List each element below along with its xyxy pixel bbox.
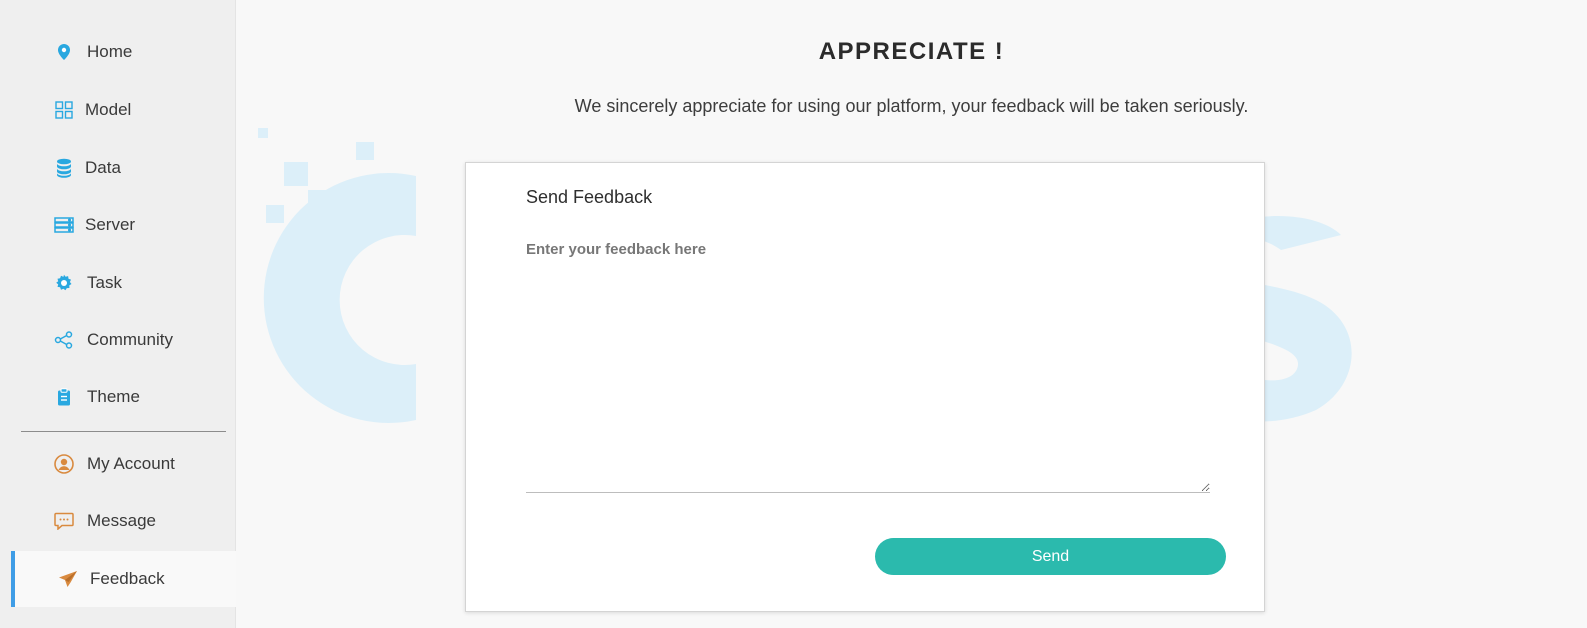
gear-icon [54, 273, 74, 293]
sidebar-item-label: Home [87, 42, 133, 61]
sidebar-item-model[interactable]: Model [0, 82, 236, 138]
clipboard-icon [54, 387, 74, 407]
map-pin-icon [54, 42, 74, 62]
sidebar-item-community[interactable]: Community [0, 312, 236, 368]
sidebar-item-task[interactable]: Task [0, 255, 236, 311]
sidebar-item-label: Task [87, 273, 122, 292]
paper-plane-icon [58, 569, 78, 589]
sidebar-item-my-account[interactable]: My Account [0, 436, 236, 492]
grid-icon [54, 100, 74, 120]
chat-icon [54, 511, 74, 531]
card-title: Send Feedback [526, 187, 653, 207]
sidebar-item-feedback[interactable]: Feedback [11, 551, 236, 607]
sidebar-item-label: Theme [87, 387, 140, 406]
sidebar: Home Model Data Server Task Community Th… [0, 0, 236, 628]
feedback-card: Send Feedback Send [465, 162, 1265, 612]
sidebar-item-label: My Account [87, 454, 175, 473]
sidebar-item-label: Data [85, 158, 121, 177]
sidebar-divider [21, 431, 226, 432]
sidebar-item-theme[interactable]: Theme [0, 369, 236, 425]
sidebar-item-label: Message [87, 511, 156, 530]
sidebar-item-label: Model [85, 100, 132, 119]
server-icon [54, 215, 74, 235]
feedback-textarea[interactable] [526, 241, 1210, 493]
user-circle-icon [54, 454, 74, 474]
database-icon [54, 158, 74, 178]
sidebar-item-message[interactable]: Message [0, 493, 236, 549]
share-icon [54, 330, 74, 350]
page-title: APPRECIATE ! [818, 38, 1005, 65]
sidebar-item-home[interactable]: Home [0, 24, 236, 80]
sidebar-item-data[interactable]: Data [0, 140, 236, 196]
sidebar-item-label: Feedback [90, 569, 165, 588]
sidebar-item-label: Community [87, 330, 173, 349]
sidebar-item-server[interactable]: Server [0, 197, 236, 253]
page-subtitle: We sincerely appreciate for using our pl… [574, 96, 1249, 116]
sidebar-item-label: Server [85, 215, 136, 234]
send-button[interactable]: Send [875, 538, 1226, 575]
